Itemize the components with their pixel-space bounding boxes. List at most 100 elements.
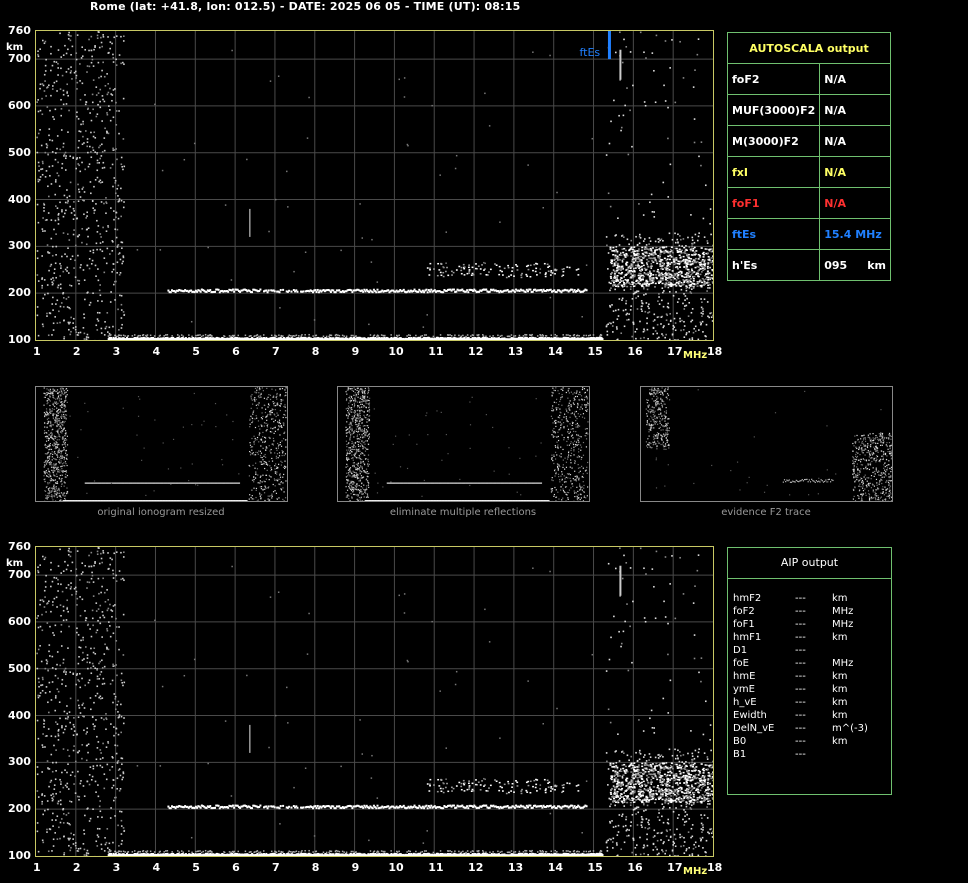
x-tick-label: 10 (388, 345, 404, 358)
x-tick-label: 15 (587, 861, 603, 874)
thumbnail-f2-trace (640, 386, 893, 502)
thumbnail-caption: evidence F2 trace (721, 507, 811, 518)
aip-param-unit: m^(-3) (832, 723, 868, 734)
x-tick-label: 12 (468, 861, 484, 874)
aip-param-value: --- (795, 619, 806, 630)
aip-param-value: --- (795, 593, 806, 604)
autoscala-value-text: N/A (824, 165, 846, 179)
aip-row: B0 --- km (733, 735, 883, 748)
autoscala-param-name: ftEs (726, 218, 821, 250)
aip-param-name: foE (733, 658, 749, 669)
aip-row: foE --- MHz (733, 657, 883, 670)
x-tick-label: 2 (72, 345, 81, 358)
x-tick-label: 9 (351, 861, 360, 874)
aip-row: D1 --- (733, 644, 883, 657)
x-tick-label: 18 (707, 345, 723, 358)
thumb-points (43, 387, 287, 501)
x-tick-label: 13 (507, 861, 524, 874)
x-tick-label: 4 (152, 861, 161, 874)
autoscala-value-text: N/A (824, 72, 846, 86)
x-tick-label: 15 (587, 345, 603, 358)
x-tick-label: 6 (232, 345, 240, 358)
aip-param-value: --- (795, 632, 806, 643)
autoscala-row: M(3000)F2 N/A (726, 125, 891, 157)
x-tick-label: 11 (428, 861, 444, 874)
thumb-points (345, 387, 589, 501)
autoscala-param-name: foF2 (726, 63, 821, 95)
thumbnail-caption: eliminate multiple reflections (389, 507, 537, 518)
aip-param-value: --- (795, 658, 806, 669)
y-tick-label: 400 (8, 708, 31, 722)
thumbnail-f2-svg (645, 387, 892, 501)
aip-param-name: h_vE (733, 697, 757, 708)
autoscala-param-value: N/A (819, 125, 891, 157)
y-tick-label: 400 (8, 192, 31, 206)
y-tick-label: 300 (8, 239, 31, 253)
x-tick-label: 4 (152, 345, 161, 358)
aip-param-value: --- (795, 671, 806, 682)
aip-param-name: hmE (733, 671, 756, 682)
aip-row: foF2 --- MHz (733, 605, 883, 618)
autoscala-row: ftEs 15.4 MHz (726, 218, 891, 250)
y-tick-label: 760 (8, 24, 31, 37)
y-tick-label: 500 (8, 145, 31, 159)
autoscala-value-unit: km (867, 258, 886, 272)
aip-param-name: hmF1 (733, 632, 762, 643)
aip-param-value: --- (795, 645, 806, 656)
aip-param-unit: km (832, 710, 848, 721)
y-tick-label: 300 (8, 755, 31, 769)
x-tick-label: 8 (311, 861, 320, 874)
aip-param-unit: km (832, 593, 848, 604)
grid (36, 547, 713, 856)
autoscala-param-name: MUF(3000)F2 (726, 94, 821, 126)
aip-param-unit: MHz (832, 658, 854, 669)
aip-param-unit: km (832, 671, 848, 682)
aip-row: foF1 --- MHz (733, 618, 883, 631)
autoscala-param-name: fxI (726, 156, 821, 188)
x-tick-label: 5 (192, 861, 200, 874)
aip-param-value: --- (795, 697, 806, 708)
page-title: Rome (lat: +41.8, lon: 012.5) - DATE: 20… (90, 0, 521, 13)
aip-rows: hmF2 --- km foF2 --- MHz foF1 --- MHz hmF1 --- km D1… (733, 592, 883, 761)
aip-row: hmF2 --- km (733, 592, 883, 605)
autoscala-param-value: N/A (819, 63, 891, 95)
autoscala-row: foF1 N/A (726, 187, 891, 219)
y-tick-label: 600 (8, 98, 31, 112)
y-tick-label: 200 (8, 802, 31, 816)
x-unit-label: MHz (683, 350, 708, 361)
ionogram-svg-top: ftEs (36, 31, 713, 340)
ftes-marker-label: ftEs (579, 46, 600, 59)
autoscala-param-name: foF1 (726, 187, 821, 219)
aip-row: B1 --- (733, 748, 883, 761)
x-tick-label: 16 (627, 345, 643, 358)
thumbnail-original (35, 386, 288, 502)
y-tick-label: 500 (8, 661, 31, 675)
y-tick-label: 700 (8, 52, 31, 66)
x-tick-label: 1 (33, 345, 41, 358)
thumb-points (645, 387, 892, 501)
aip-param-value: --- (795, 606, 806, 617)
x-tick-label: 6 (232, 861, 240, 874)
x-tick-label: 10 (388, 861, 404, 874)
y-tick-label: 760 (8, 540, 31, 553)
x-tick-label: 3 (112, 345, 121, 358)
x-tick-label: 3 (112, 861, 121, 874)
aip-param-name: hmF2 (733, 593, 762, 604)
autoscala-value-text: N/A (824, 103, 846, 117)
aip-row: ymE --- km (733, 683, 883, 696)
autoscala-title: AUTOSCALA output (727, 32, 891, 64)
aip-param-unit: km (832, 697, 848, 708)
x-tick-label: 2 (72, 861, 81, 874)
aip-row: hmE --- km (733, 670, 883, 683)
aip-param-name: B1 (733, 749, 747, 760)
aip-param-value: --- (795, 749, 806, 760)
autoscala-table: AUTOSCALA output foF2 N/A MUF(3000)F2 N/A M(… (726, 32, 891, 281)
autoscala-value-text: 095 (824, 258, 848, 272)
x-tick-label: 11 (428, 345, 444, 358)
x-tick-label: 17 (667, 861, 683, 874)
aip-param-name: DelN_vE (733, 723, 775, 734)
aip-param-unit: km (832, 632, 848, 643)
thumbnail-original-svg (43, 387, 287, 501)
autoscala-param-name: M(3000)F2 (726, 125, 821, 157)
autoscala-value-text: N/A (824, 134, 846, 148)
